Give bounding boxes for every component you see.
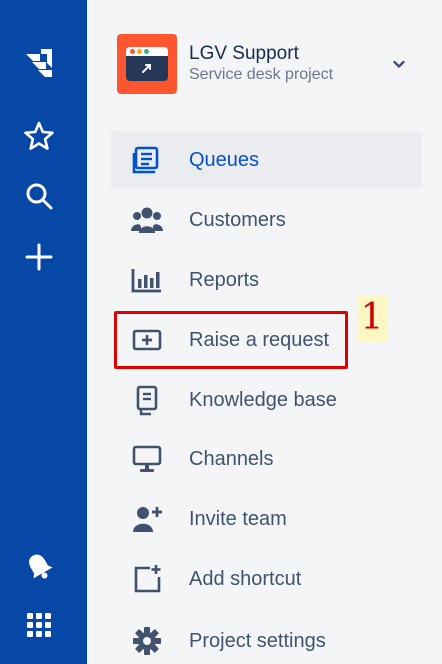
sidebar-item-label: Invite team	[189, 507, 287, 530]
search-icon[interactable]	[18, 175, 60, 217]
sidebar-item-label: Channels	[189, 447, 274, 470]
app-switcher-icon[interactable]	[18, 604, 60, 646]
project-sidebar: LGV Support Service desk project Queues	[87, 0, 442, 664]
sidebar-item-customers[interactable]: Customers	[111, 191, 422, 249]
knowledge-base-icon	[129, 382, 165, 418]
global-navigation-rail	[0, 0, 87, 664]
sidebar-item-label: Queues	[189, 148, 260, 171]
sidebar-item-invite-team[interactable]: Invite team	[111, 490, 422, 548]
gear-icon	[129, 623, 165, 659]
sidebar-item-label: Project settings	[189, 629, 326, 652]
sidebar-item-label: Knowledge base	[189, 388, 337, 411]
star-icon[interactable]	[18, 115, 60, 157]
channels-icon	[129, 441, 165, 477]
sidebar-item-queues[interactable]: Queues	[111, 131, 422, 189]
raise-request-icon	[129, 322, 165, 358]
plus-icon[interactable]	[18, 236, 60, 278]
reports-icon	[129, 262, 165, 298]
sidebar-item-label: Add shortcut	[189, 567, 302, 590]
project-name: LGV Support	[189, 43, 299, 64]
chevron-down-icon[interactable]	[387, 52, 411, 76]
customers-icon	[129, 202, 165, 238]
sidebar-item-project-settings[interactable]: Project settings	[111, 612, 422, 664]
queues-icon	[129, 142, 165, 178]
invite-team-icon	[129, 501, 165, 537]
sidebar-item-label: Customers	[189, 208, 286, 231]
step-marker: 1	[357, 295, 387, 341]
jira-logo-icon[interactable]	[18, 42, 60, 84]
sidebar-item-label: Reports	[189, 268, 260, 291]
project-switcher[interactable]: LGV Support Service desk project	[117, 34, 417, 94]
sidebar-item-channels[interactable]: Channels	[111, 430, 422, 488]
cursor-icon	[142, 64, 151, 73]
project-type: Service desk project	[189, 66, 334, 83]
sidebar-item-knowledge-base[interactable]: Knowledge base	[111, 371, 422, 429]
project-avatar	[117, 34, 177, 94]
sidebar-item-add-shortcut[interactable]: Add shortcut	[111, 550, 422, 608]
add-shortcut-icon	[129, 561, 165, 597]
sidebar-item-label: Raise a request	[189, 328, 330, 351]
notification-icon[interactable]	[18, 545, 60, 587]
